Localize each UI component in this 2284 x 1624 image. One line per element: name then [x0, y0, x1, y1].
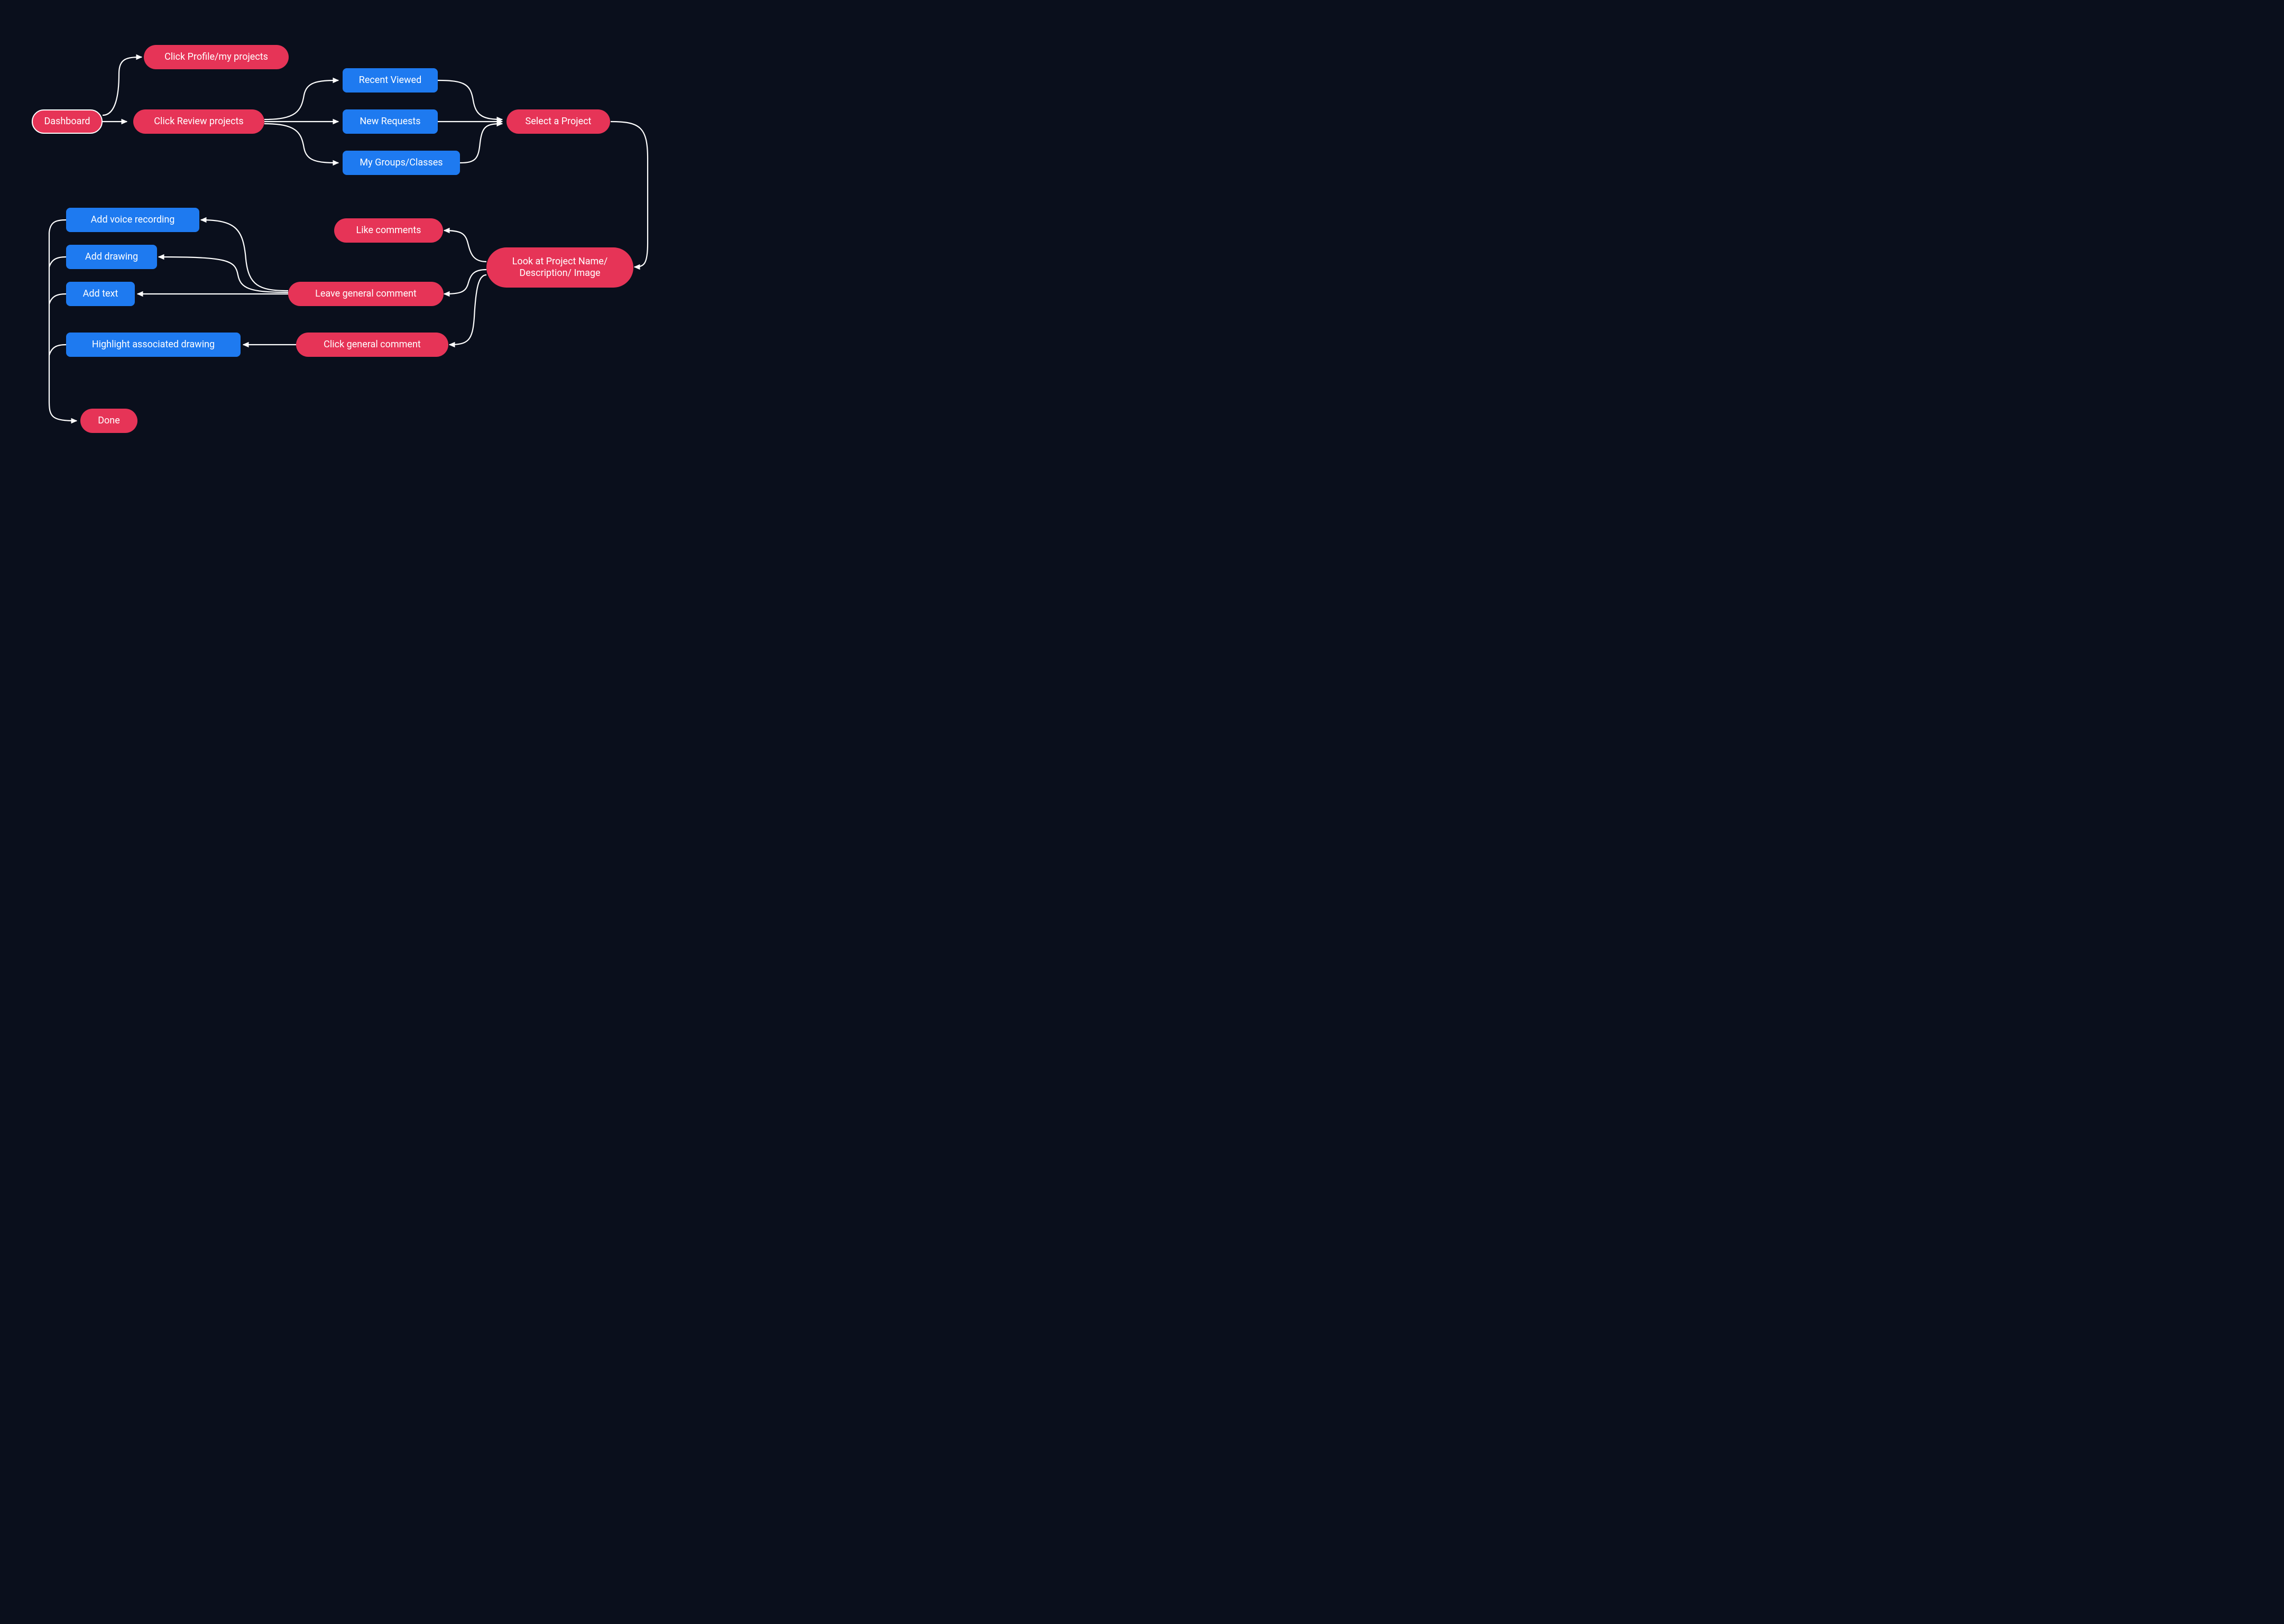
node-click-profile: Click Profile/my projects — [144, 45, 289, 69]
flowchart-canvas: Dashboard Click Profile/my projects Clic… — [0, 0, 687, 488]
node-select-project: Select a Project — [506, 109, 610, 134]
node-my-groups: My Groups/Classes — [343, 151, 460, 175]
node-like-comments: Like comments — [334, 218, 443, 243]
node-add-drawing: Add drawing — [66, 245, 157, 269]
node-add-voice: Add voice recording — [66, 208, 199, 232]
node-label: My Groups/Classes — [360, 157, 443, 169]
node-label: Add drawing — [85, 251, 138, 263]
node-label: Click general comment — [324, 339, 421, 351]
node-label: Add text — [83, 288, 118, 300]
node-label: Done — [98, 415, 120, 427]
node-label: Highlight associated drawing — [92, 339, 215, 351]
node-new-requests: New Requests — [343, 109, 438, 134]
node-label: Like comments — [356, 225, 421, 237]
node-label: Recent Viewed — [359, 75, 422, 87]
node-label: Add voice recording — [91, 214, 175, 226]
node-recent-viewed: Recent Viewed — [343, 68, 438, 93]
node-label: Click Review projects — [154, 116, 243, 128]
node-label: Dashboard — [44, 116, 90, 128]
node-label: Click Profile/my projects — [164, 51, 268, 63]
node-highlight-drawing: Highlight associated drawing — [66, 333, 241, 357]
node-dashboard: Dashboard — [32, 109, 103, 134]
node-leave-general-comment: Leave general comment — [288, 282, 444, 306]
node-look-at-project: Look at Project Name/ Description/ Image — [486, 247, 633, 288]
node-label: New Requests — [360, 116, 420, 128]
node-done: Done — [80, 409, 137, 433]
node-label: Select a Project — [526, 116, 592, 128]
node-label: Look at Project Name/ Description/ Image — [492, 256, 628, 280]
node-click-review: Click Review projects — [133, 109, 264, 134]
node-add-text: Add text — [66, 282, 135, 306]
node-click-general-comment: Click general comment — [296, 333, 448, 357]
node-label: Leave general comment — [315, 288, 417, 300]
